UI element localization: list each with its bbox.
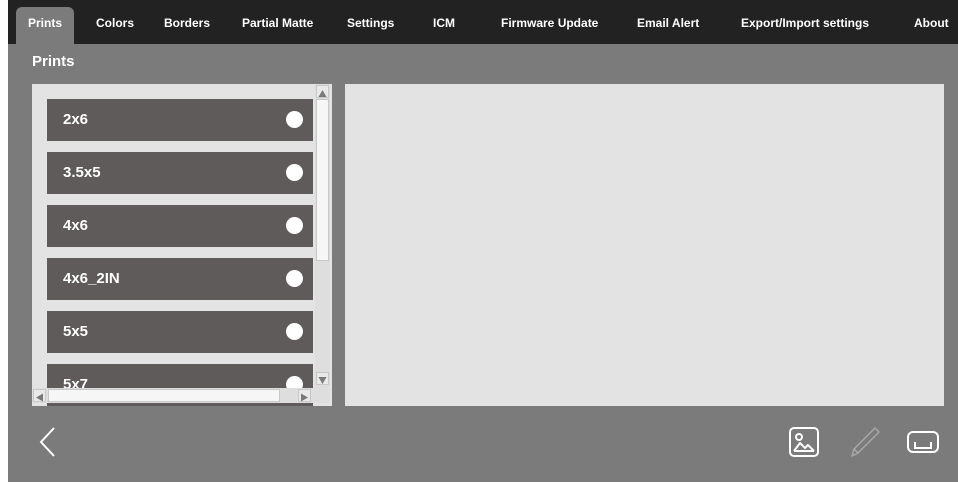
tab-prints[interactable]: Prints [16,7,75,44]
back-button[interactable] [38,426,58,458]
scroll-right-button[interactable] [298,389,311,402]
printer-icon [907,431,939,453]
print-item-4x6-2in[interactable]: 4x6_2IN [47,258,313,300]
radio-button[interactable] [286,323,303,340]
pencil-icon [851,427,880,457]
triangle-left-icon [36,393,43,402]
print-item-label: 5x5 [63,323,89,340]
tab-bar: Prints Colors Borders Partial Matte Sett… [8,0,958,44]
vertical-scroll-thumb[interactable] [316,99,329,261]
edit-button[interactable] [848,424,882,460]
triangle-right-icon [301,393,308,402]
print-item-label: 4x6 [63,217,89,234]
tab-about[interactable]: About [914,9,949,37]
section-title: Prints [32,53,75,70]
tab-email-alert[interactable]: Email Alert [637,9,699,37]
print-item-4x6[interactable]: 4x6 [47,205,313,247]
triangle-down-icon [318,377,327,384]
tab-colors[interactable]: Colors [96,9,134,37]
scroll-down-button[interactable] [316,372,329,385]
image-button[interactable] [788,426,820,458]
prints-list: 2x6 3.5x5 4x6 4x6_2IN 5x5 5x7 [32,84,332,406]
vertical-scrollbar[interactable] [315,84,330,389]
print-item-label: 3.5x5 [63,164,101,181]
radio-button[interactable] [286,217,303,234]
print-item-5x5[interactable]: 5x5 [47,311,313,353]
scroll-up-button[interactable] [316,85,329,98]
print-item-label: 4x6_2IN [63,270,120,287]
print-preview-area [345,84,944,406]
app-window: Prints Colors Borders Partial Matte Sett… [8,0,958,482]
chevron-left-icon [39,427,55,457]
triangle-up-icon [318,90,327,97]
horizontal-scrollbar[interactable] [32,388,330,403]
tab-export-import-settings[interactable]: Export/Import settings [741,9,869,37]
radio-button[interactable] [286,270,303,287]
print-button[interactable] [906,428,940,458]
radio-button[interactable] [286,164,303,181]
scroll-left-button[interactable] [33,389,46,402]
tab-partial-matte[interactable]: Partial Matte [242,9,313,37]
tab-borders[interactable]: Borders [164,9,210,37]
print-item-3-5x5[interactable]: 3.5x5 [47,152,313,194]
tab-settings[interactable]: Settings [347,9,394,37]
tab-icm[interactable]: ICM [433,9,455,37]
radio-button[interactable] [286,111,303,128]
print-item-2x6[interactable]: 2x6 [47,99,313,141]
image-icon [789,427,819,457]
horizontal-scroll-thumb[interactable] [48,389,280,402]
print-item-label: 2x6 [63,111,89,128]
tab-firmware-update[interactable]: Firmware Update [501,9,598,37]
